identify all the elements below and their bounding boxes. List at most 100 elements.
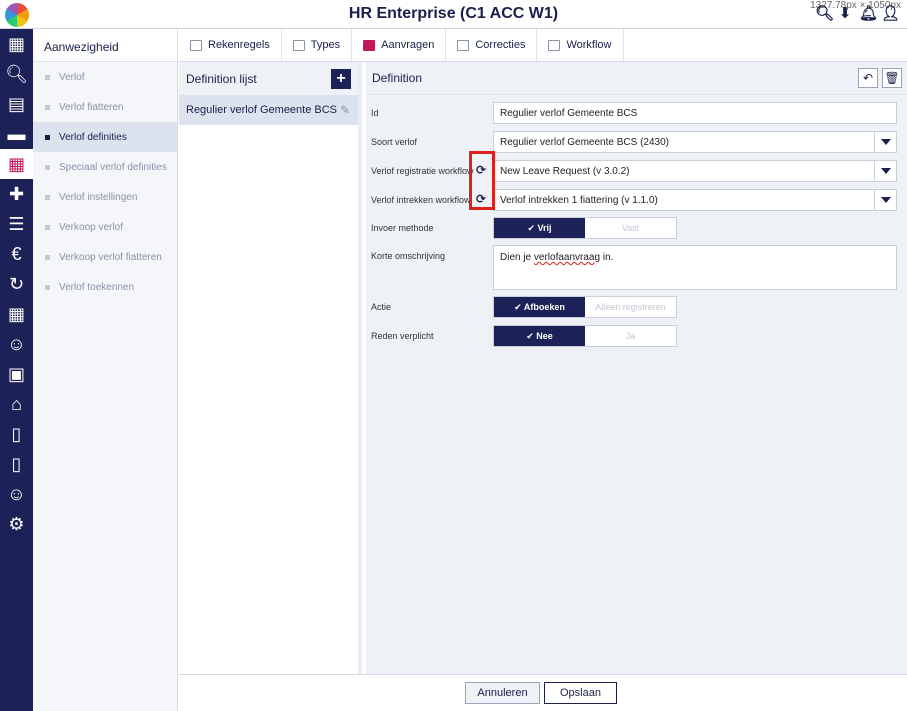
vast-option[interactable]: Vast [585, 218, 676, 238]
chevron-down-icon[interactable] [874, 132, 896, 152]
medkit-icon[interactable]: ✚ [0, 179, 33, 209]
chevron-down-icon[interactable] [874, 161, 896, 181]
highlight-box [469, 151, 495, 210]
document-icon[interactable]: ▯ [0, 419, 33, 449]
download-icon[interactable]: ⬇ [837, 6, 853, 22]
soort-verlof-value: Regulier verlof Gemeente BCS (2430) [500, 137, 669, 148]
nav-item-speciaal-verlof-definities[interactable]: Speciaal verlof definities [33, 152, 177, 182]
save-button[interactable]: Opslaan [544, 682, 617, 704]
omschrijving-label: Korte omschrijving [371, 251, 446, 261]
search-icon[interactable]: 🔍︎ [815, 6, 834, 22]
edit-doc-icon [457, 39, 470, 51]
nav-item-verlof-fiatteren[interactable]: Verlof fiatteren [33, 92, 177, 122]
omschrijving-text: Dien je [500, 252, 534, 263]
gear-icon[interactable]: ⚙ [0, 509, 33, 539]
registratie-workflow-select[interactable]: New Leave Request (v 3.0.2) [493, 160, 897, 182]
invoer-methode-label: Invoer methode [371, 223, 434, 233]
ja-option[interactable]: Ja [585, 326, 676, 346]
badge-icon[interactable]: ▣ [0, 359, 33, 389]
afboeken-option[interactable]: ✔ Afboeken [494, 297, 585, 317]
definition-header: Definition ↶ 🗑︎ [366, 62, 907, 95]
sitemap-icon [548, 39, 561, 51]
left-rail: ▦ 🔍︎ ▤ ▬ ▦ ✚ ☰ € ↻ ▦ ☺ ▣ ⌂ ▯ ▯ ☺ ⚙ [0, 29, 33, 711]
invoer-methode-toggle: ✔ Vrij Vast [493, 217, 677, 239]
tab-correcties[interactable]: Correcties [446, 29, 538, 61]
bell-icon[interactable]: 🔔︎ [859, 6, 878, 22]
delete-button[interactable]: 🗑︎ [882, 68, 902, 88]
folder-icon[interactable]: ▬ [0, 119, 33, 149]
nav-item-verlof-definities[interactable]: Verlof definities [33, 122, 177, 152]
undo-button[interactable]: ↶ [858, 68, 878, 88]
person-icon[interactable]: ☺ [0, 329, 33, 359]
bullet-icon [45, 284, 50, 290]
tab-label: Types [310, 39, 341, 51]
tab-types[interactable]: Types [282, 29, 353, 61]
cancel-button[interactable]: Annuleren [465, 682, 540, 704]
add-definition-button[interactable]: + [331, 68, 351, 89]
top-icons: 🔍︎ ⬇ 🔔︎ 👤︎ [815, 6, 900, 22]
list-item[interactable]: Regulier verlof Gemeente BCS ✎ [179, 95, 358, 125]
nav-item-label: Verlof definities [59, 131, 127, 143]
bullet-icon [45, 194, 50, 200]
nav-item-verkoop-verlof-fiatteren[interactable]: Verkoop verlof fiatteren [33, 242, 177, 272]
euro-cycle-icon[interactable]: ↻ [0, 269, 33, 299]
id-label: Id [371, 108, 379, 118]
alleen-registreren-option[interactable]: Alleen registreren [585, 297, 676, 317]
actie-label: Actie [371, 302, 392, 312]
nee-option[interactable]: ✔ Nee [494, 326, 585, 346]
nav-item-verlof-instellingen[interactable]: Verlof instellingen [33, 182, 177, 212]
soort-verlof-select[interactable]: Regulier verlof Gemeente BCS (2430) [493, 131, 897, 153]
id-card-icon[interactable]: ▤ [0, 89, 33, 119]
intrekken-workflow-label: Verlof intrekken workflow [371, 195, 471, 205]
tasks-icon[interactable]: ☰ [0, 209, 33, 239]
registratie-workflow-label: Verlof registratie workflow [371, 166, 474, 176]
app-title: HR Enterprise (C1 ACC W1) [348, 5, 559, 22]
nav-item-label: Verlof toekennen [59, 281, 135, 293]
tab-label: Aanvragen [381, 39, 435, 51]
nav-item-verlof-toekennen[interactable]: Verlof toekennen [33, 272, 177, 302]
omschrijving-text: verlofaanvraag [533, 252, 601, 263]
top-bar: HR Enterprise (C1 ACC W1) 1327.78px × 10… [0, 0, 907, 29]
schedule-icon[interactable]: ▦ [0, 299, 33, 329]
reden-verplicht-label: Reden verplicht [371, 331, 434, 341]
tab-bar: Rekenregels Types Aanvragen Correcties W… [179, 29, 907, 62]
intrekken-workflow-select[interactable]: Verlof intrekken 1 fiattering (v 1.1.0) [493, 189, 897, 211]
bullet-icon [45, 104, 50, 110]
nav-item-label: Verlof [59, 71, 85, 83]
tab-aanvragen[interactable]: Aanvragen [352, 29, 447, 61]
list-item-label: Regulier verlof Gemeente BCS [186, 104, 338, 116]
search-icon[interactable]: 🔍︎ [0, 59, 33, 89]
bullet-icon [45, 164, 50, 170]
chevron-down-icon[interactable] [874, 190, 896, 210]
grid-icon[interactable]: ▦ [0, 29, 33, 59]
bullet-icon [45, 224, 50, 230]
nav-item-label: Verkoop verlof [59, 221, 123, 233]
definition-title: Definition [372, 71, 423, 85]
nav-item-label: Speciaal verlof definities [59, 161, 167, 173]
tab-rekenregels[interactable]: Rekenregels [179, 29, 282, 61]
document-list-icon[interactable]: ▯ [0, 449, 33, 479]
nav-item-verkoop-verlof[interactable]: Verkoop verlof [33, 212, 177, 242]
tab-workflow[interactable]: Workflow [537, 29, 624, 61]
omschrijving-textarea[interactable]: Dien je verlofaanvraag in. [493, 245, 897, 290]
hand-user-icon[interactable]: ☺ [0, 479, 33, 509]
tab-label: Workflow [566, 39, 612, 51]
user-icon[interactable]: 👤︎ [881, 6, 900, 22]
money-bag-icon[interactable]: € [0, 239, 33, 269]
footer-bar: Annuleren Opslaan [179, 674, 907, 711]
id-field[interactable]: Regulier verlof Gemeente BCS [493, 102, 897, 124]
nav-item-label: Verkoop verlof fiatteren [59, 251, 162, 263]
calculator-icon [190, 39, 202, 51]
soort-verlof-label: Soort verlof [371, 137, 418, 147]
bullet-icon [45, 134, 50, 140]
actie-toggle: ✔ Afboeken Alleen registreren [493, 296, 677, 318]
pencil-icon[interactable]: ✎ [340, 103, 350, 117]
registratie-workflow-value: New Leave Request (v 3.0.2) [500, 166, 630, 177]
intrekken-workflow-value: Verlof intrekken 1 fiattering (v 1.1.0) [500, 195, 658, 206]
bank-icon[interactable]: ⌂ [0, 389, 33, 419]
nav-title: Aanwezigheid [33, 29, 177, 62]
definition-list-panel: Definition lijst + Regulier verlof Gemee… [179, 62, 362, 674]
vrij-option[interactable]: ✔ Vrij [494, 218, 585, 238]
calendar-icon[interactable]: ▦ [0, 149, 33, 179]
nav-item-verlof[interactable]: Verlof [33, 62, 177, 92]
